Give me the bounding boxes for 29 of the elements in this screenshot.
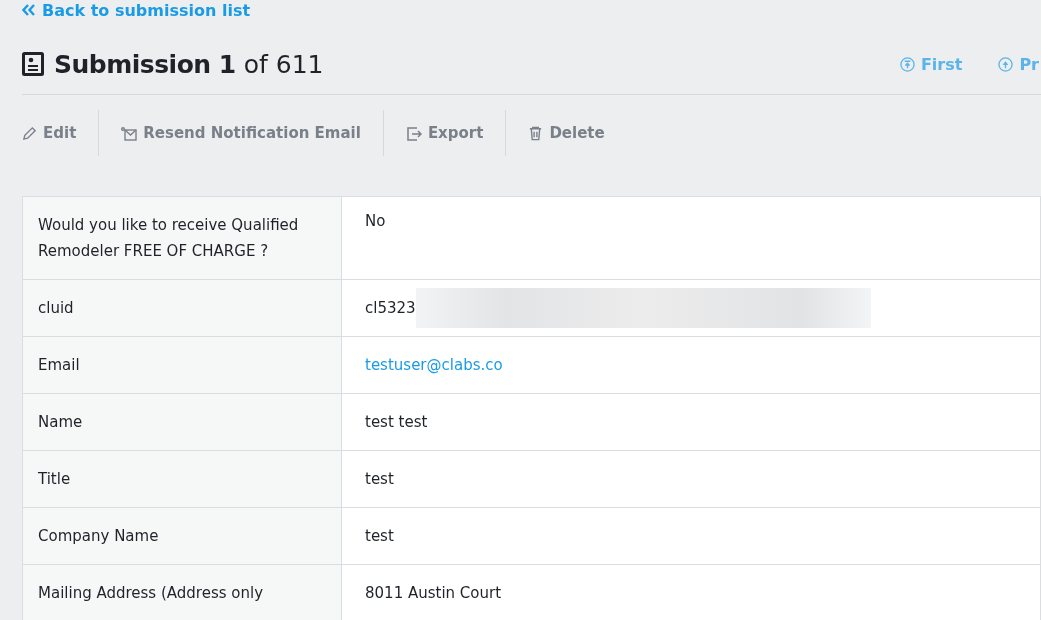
field-value: cl5323 [365,299,416,317]
field-label: Name [22,393,342,451]
resend-button[interactable]: Resend Notification Email [99,110,384,156]
back-link[interactable]: Back to submission list [22,0,251,20]
export-button[interactable]: Export [383,110,507,156]
document-icon [22,52,44,76]
field-label: Title [22,450,342,508]
field-value: test [341,507,1041,565]
double-chevron-left-icon [22,4,36,16]
field-label: Would you like to receive Qualified Remodeler FREE OF CHARGE ? [22,196,342,280]
edit-button[interactable]: Edit [22,110,100,156]
arrow-up-circle-icon [998,56,1014,72]
arrow-up-circle-icon [899,56,915,72]
field-label: Company Name [22,507,342,565]
field-label: Mailing Address (Address only [22,564,342,620]
pencil-icon [22,125,37,141]
delete-button[interactable]: Delete [506,110,627,156]
field-label: cluid [22,279,342,337]
export-icon [405,125,422,141]
first-link[interactable]: First [899,54,963,74]
submission-title: Submission 1 of 611 [54,49,324,79]
field-label: Email [22,336,342,394]
envelope-icon [121,125,138,141]
field-value: test [341,450,1041,508]
field-value: test test [341,393,1041,451]
field-value: No [341,196,1041,280]
previous-link[interactable]: Pr [998,54,1039,74]
trash-icon [528,125,544,141]
email-link[interactable]: testuser@clabs.co [365,356,503,374]
